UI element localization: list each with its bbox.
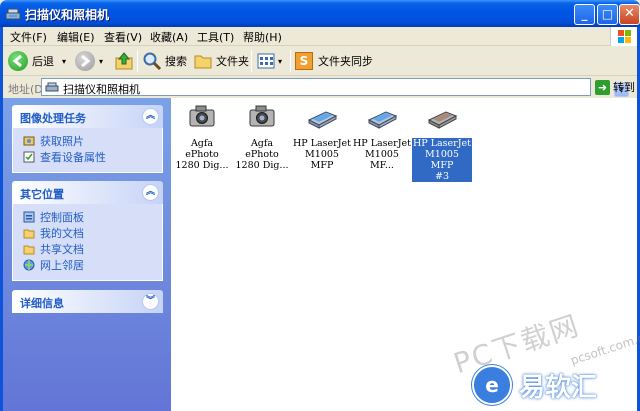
search-button[interactable]: 搜索 [142, 49, 187, 73]
task-label: 我的文档 [40, 227, 84, 240]
go-arrow-icon: ➜ [595, 79, 610, 95]
collapse-icon[interactable]: ︽ [142, 184, 159, 201]
place-control-panel[interactable]: 控制面板 [23, 209, 162, 225]
scanner-icon [307, 111, 338, 129]
menu-file[interactable]: 文件(F) [10, 29, 47, 45]
task-label: 获取照片 [40, 135, 84, 148]
maximize-button[interactable]: □ [597, 4, 618, 25]
folder-sync-button[interactable]: S 文件夹同步 [295, 49, 373, 73]
shared-documents-icon [23, 245, 35, 255]
collapse-icon[interactable]: ︽ [142, 108, 159, 125]
details-title: 详细信息 [20, 297, 64, 310]
device-label: Agfa ePhoto 1280 Dig... [175, 138, 229, 171]
address-input[interactable]: 扫描仪和照相机 ▼ [41, 78, 629, 97]
details-header[interactable]: 详细信息 ︾ [12, 290, 163, 313]
other-places-panel: 其它位置 ︽ 控制面板 我的文档 共享文档 网上邻居 [12, 181, 163, 281]
task-label: 共享文档 [40, 243, 84, 256]
menu-favorites[interactable]: 收藏(A) [150, 29, 188, 45]
get-pictures-icon [23, 136, 35, 146]
task-get-pictures[interactable]: 获取照片 [23, 133, 162, 149]
watermark-brand: 易软汇 [519, 372, 598, 403]
place-shared-documents[interactable]: 共享文档 [23, 241, 162, 257]
place-my-documents[interactable]: 我的文档 [23, 225, 162, 241]
other-places-header[interactable]: 其它位置 ︽ [12, 181, 163, 204]
scanner-camera-icon [45, 82, 59, 92]
windows-logo-icon [610, 27, 637, 46]
device-item[interactable]: HP LaserJet M1005 MF... [352, 100, 412, 171]
sync-label: 文件夹同步 [318, 55, 373, 68]
other-places-body: 控制面板 我的文档 共享文档 网上邻居 [12, 204, 163, 281]
camera-icon [189, 105, 215, 127]
back-label: 后退 [32, 55, 54, 68]
place-network[interactable]: 网上邻居 [23, 257, 162, 273]
back-dropdown-icon[interactable]: ▾ [62, 57, 66, 66]
camera-icon [249, 105, 275, 127]
imaging-tasks-title: 图像处理任务 [20, 112, 86, 125]
device-label: HP LaserJet M1005 MF... [353, 138, 411, 171]
scanner-camera-icon [5, 8, 21, 20]
minimize-button[interactable]: _ [574, 4, 595, 25]
title-bar[interactable]: 扫描仪和照相机 _ □ ✕ [0, 0, 640, 27]
device-item[interactable]: Agfa ePhoto 1280 Dig... [232, 100, 292, 171]
folders-icon [194, 55, 212, 69]
brand-badge-icon: e [471, 364, 513, 406]
imaging-tasks-header[interactable]: 图像处理任务 ︽ [12, 105, 163, 128]
task-view-device-properties[interactable]: 查看设备属性 [23, 149, 162, 165]
task-pane: 图像处理任务 ︽ 获取照片 查看设备属性 其它位置 ︽ 控制面板 我的文档 共享… [3, 98, 171, 411]
forward-arrow-icon [75, 51, 95, 71]
menu-tools[interactable]: 工具(T) [197, 29, 234, 45]
search-label: 搜索 [165, 55, 187, 68]
views-dropdown-icon[interactable]: ▾ [278, 57, 282, 66]
network-icon [23, 259, 35, 271]
menu-edit[interactable]: 编辑(E) [57, 29, 95, 45]
views-icon [257, 53, 275, 69]
toolbar-separator [290, 50, 291, 72]
go-label: 转到 [613, 81, 635, 94]
address-bar: 地址(D) 扫描仪和照相机 ▼ ➜ 转到 [3, 76, 637, 98]
back-button[interactable]: 后退 ▾ [8, 49, 66, 73]
task-label: 查看设备属性 [40, 151, 106, 164]
toolbar: 后退 ▾ ▾ 搜索 文件夹 ▾ S 文件夹同步 [3, 46, 637, 76]
expand-icon[interactable]: ︾ [142, 293, 159, 310]
sync-icon: S [295, 52, 313, 70]
search-icon [143, 52, 162, 71]
close-button[interactable]: ✕ [619, 4, 640, 25]
svg-text:e: e [485, 373, 499, 397]
device-item-selected[interactable]: HP LaserJet M1005 MFP #3 [412, 100, 472, 182]
device-label: Agfa ePhoto 1280 Dig... [235, 138, 289, 171]
device-item[interactable]: Agfa ePhoto 1280 Dig... [172, 100, 232, 171]
properties-icon [23, 151, 35, 163]
forward-dropdown-icon[interactable]: ▾ [99, 57, 103, 66]
window-title: 扫描仪和照相机 [25, 8, 110, 22]
task-label: 控制面板 [40, 211, 84, 224]
imaging-tasks-body: 获取照片 查看设备属性 [12, 128, 163, 173]
other-places-title: 其它位置 [20, 188, 64, 201]
go-button[interactable]: ➜ 转到 [595, 79, 635, 95]
menu-view[interactable]: 查看(V) [104, 29, 142, 45]
menu-bar: 文件(F) 编辑(E) 查看(V) 收藏(A) 工具(T) 帮助(H) [3, 27, 637, 46]
folders-button[interactable]: 文件夹 [193, 49, 249, 73]
watermark-logo: e 易软汇 [471, 360, 631, 410]
forward-button[interactable]: ▾ [75, 49, 103, 73]
imaging-tasks-panel: 图像处理任务 ︽ 获取照片 查看设备属性 [12, 105, 163, 173]
task-label: 网上邻居 [40, 259, 84, 272]
up-folder-icon [115, 52, 133, 70]
scanner-icon [367, 111, 398, 129]
device-label: HP LaserJet M1005 MFP [293, 138, 351, 171]
device-label: HP LaserJet M1005 MFP #3 [412, 138, 472, 182]
scanner-icon [427, 111, 458, 129]
back-arrow-icon [8, 51, 28, 71]
device-list: Agfa ePhoto 1280 Dig... Agfa ePhoto 1280… [171, 98, 640, 411]
folders-label: 文件夹 [216, 55, 249, 68]
device-item[interactable]: HP LaserJet M1005 MFP [292, 100, 352, 171]
views-button[interactable]: ▾ [256, 49, 282, 73]
details-panel: 详细信息 ︾ [12, 290, 163, 313]
my-documents-icon [23, 229, 35, 239]
control-panel-icon [23, 211, 35, 223]
toolbar-separator [251, 50, 252, 72]
address-value: 扫描仪和照相机 [63, 83, 140, 96]
menu-help[interactable]: 帮助(H) [243, 29, 282, 45]
up-folder-button[interactable] [114, 49, 134, 73]
toolbar-separator [137, 50, 138, 72]
